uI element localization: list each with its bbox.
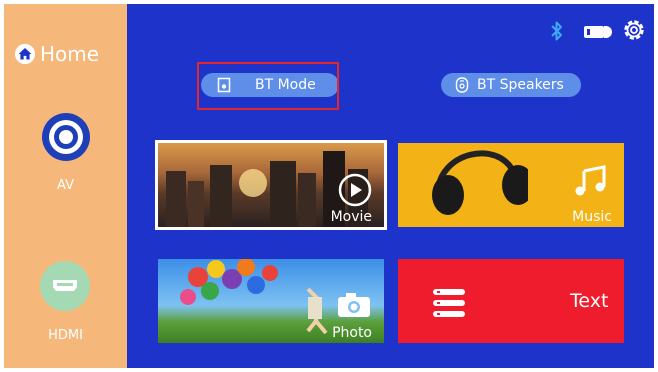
text-label: Text: [570, 290, 609, 312]
selection-highlight: [197, 62, 339, 110]
photo-label: Photo: [332, 325, 372, 341]
movie-tile[interactable]: Movie: [155, 140, 387, 230]
av-input-icon[interactable]: [41, 112, 91, 162]
bt-speakers-button[interactable]: BT Speakers: [441, 73, 581, 97]
home-button[interactable]: Home: [14, 42, 99, 66]
movie-label: Movie: [330, 209, 372, 225]
music-label: Music: [572, 209, 612, 225]
battery-icon: [584, 26, 612, 38]
app-screen: Home AV HDMI BT Mode BT Speakers Movie M…: [4, 4, 654, 368]
play-icon: [338, 173, 372, 207]
sidebar-item-av[interactable]: AV: [4, 178, 127, 193]
settings-gear-icon[interactable]: [621, 17, 647, 43]
camera-icon: [338, 293, 370, 317]
home-icon: [14, 43, 36, 65]
music-tile[interactable]: Music: [398, 143, 624, 227]
bluetooth-icon: [551, 21, 562, 41]
hdmi-icon[interactable]: [39, 260, 91, 312]
bt-speakers-label: BT Speakers: [477, 77, 564, 93]
speaker-outline-icon: [455, 77, 469, 93]
headphones-image: [432, 150, 528, 215]
home-label: Home: [40, 42, 100, 66]
sidebar: Home AV HDMI: [4, 4, 127, 368]
photo-tile[interactable]: Photo: [158, 259, 384, 343]
text-tile[interactable]: Text: [398, 259, 624, 343]
sidebar-item-hdmi[interactable]: HDMI: [4, 328, 127, 343]
music-note-icon: [575, 165, 606, 196]
list-icon: [433, 289, 465, 317]
